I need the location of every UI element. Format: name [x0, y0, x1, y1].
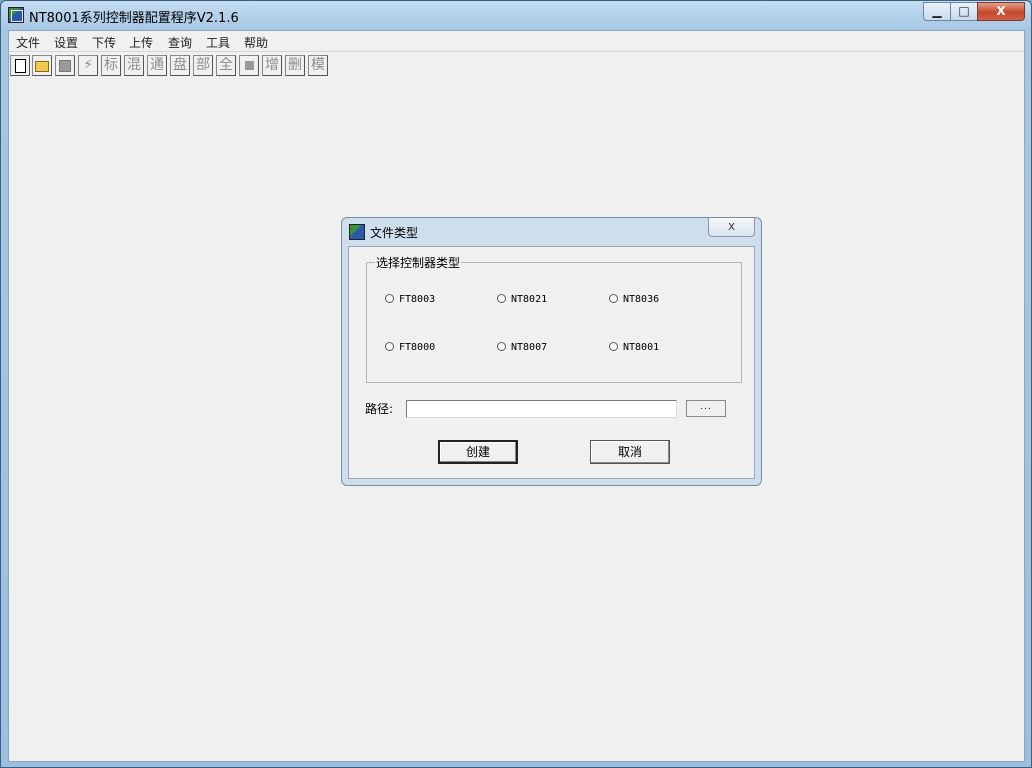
toolbar-button-hun[interactable]: 混	[124, 55, 144, 76]
save-icon	[59, 60, 71, 72]
menu-tools[interactable]: 工具	[206, 34, 230, 51]
dialog-app-icon	[349, 224, 365, 240]
new-file-icon	[14, 59, 26, 73]
minimize-button[interactable]: ▁	[923, 2, 951, 21]
browse-button[interactable]: ...	[686, 400, 726, 417]
radio-label: FT8000	[399, 342, 436, 353]
radio-option[interactable]: NT8021	[497, 294, 547, 306]
app-icon	[8, 7, 24, 23]
main-window: NT8001系列控制器配置程序V2.1.6 ▁ □ X 文件 设置 下传 上传 …	[0, 0, 1032, 768]
save-button[interactable]	[55, 55, 75, 76]
radio-circle-icon	[385, 294, 394, 303]
open-folder-icon	[35, 61, 49, 72]
radio-circle-icon	[497, 342, 506, 351]
radio-label: NT8021	[511, 294, 548, 305]
radio-circle-icon	[609, 294, 618, 303]
controller-type-group: 选择控制器类型 FT8003 NT8021 NT8036 FT8000 NT80…	[366, 254, 742, 383]
cancel-button[interactable]: 取消	[590, 440, 670, 464]
file-type-dialog: 文件类型 ⅹ 选择控制器类型 FT8003 NT8021 NT8036 FT80…	[341, 217, 762, 486]
group-title: 选择控制器类型	[375, 254, 462, 271]
title-bar[interactable]: NT8001系列控制器配置程序V2.1.6 ▁ □ X	[1, 1, 1031, 30]
menu-query[interactable]: 查询	[168, 34, 192, 51]
radio-option[interactable]: NT8007	[497, 342, 547, 354]
power-button[interactable]: ⚡	[78, 55, 98, 76]
stop-button[interactable]	[239, 55, 259, 76]
radio-label: FT8003	[399, 294, 436, 305]
radio-label: NT8001	[623, 342, 660, 353]
stop-icon	[244, 61, 254, 70]
menu-help[interactable]: 帮助	[244, 34, 268, 51]
toolbar-button-shan[interactable]: 删	[285, 55, 305, 76]
close-button[interactable]: X	[977, 2, 1025, 21]
menu-file[interactable]: 文件	[16, 34, 40, 51]
toolbar-button-zeng[interactable]: 增	[262, 55, 282, 76]
create-button[interactable]: 创建	[438, 440, 518, 464]
open-file-button[interactable]	[32, 55, 52, 76]
dialog-body: 选择控制器类型 FT8003 NT8021 NT8036 FT8000 NT80…	[348, 246, 755, 479]
radio-circle-icon	[609, 342, 618, 351]
maximize-button[interactable]: □	[950, 2, 978, 21]
radio-circle-icon	[385, 342, 394, 351]
dialog-title: 文件类型	[370, 226, 419, 240]
window-title: NT8001系列控制器配置程序V2.1.6	[29, 11, 239, 26]
menu-bar: 文件 设置 下传 上传 查询 工具 帮助	[9, 31, 1024, 52]
radio-option[interactable]: FT8000	[385, 342, 435, 354]
toolbar-button-bu[interactable]: 部	[193, 55, 213, 76]
dialog-close-button[interactable]: ⅹ	[708, 218, 755, 237]
path-label: 路径:	[365, 402, 394, 416]
new-file-button[interactable]	[10, 55, 30, 76]
menu-download[interactable]: 下传	[92, 34, 116, 51]
menu-settings[interactable]: 设置	[54, 34, 78, 51]
toolbar-button-mo[interactable]: 模	[308, 55, 328, 76]
radio-circle-icon	[497, 294, 506, 303]
toolbar-button-tong[interactable]: 通	[147, 55, 167, 76]
menu-upload[interactable]: 上传	[129, 34, 153, 51]
toolbar-button-pan[interactable]: 盘	[170, 55, 190, 76]
toolbar: ⚡ 标 混 通 盘 部 全 增 删 模	[9, 53, 1024, 79]
radio-option[interactable]: FT8003	[385, 294, 435, 306]
path-input[interactable]	[406, 400, 677, 418]
radio-label: NT8036	[623, 294, 660, 305]
radio-option[interactable]: NT8036	[609, 294, 659, 306]
toolbar-button-quan[interactable]: 全	[216, 55, 236, 76]
toolbar-button-biao[interactable]: 标	[101, 55, 121, 76]
radio-label: NT8007	[511, 342, 548, 353]
radio-option[interactable]: NT8001	[609, 342, 659, 354]
